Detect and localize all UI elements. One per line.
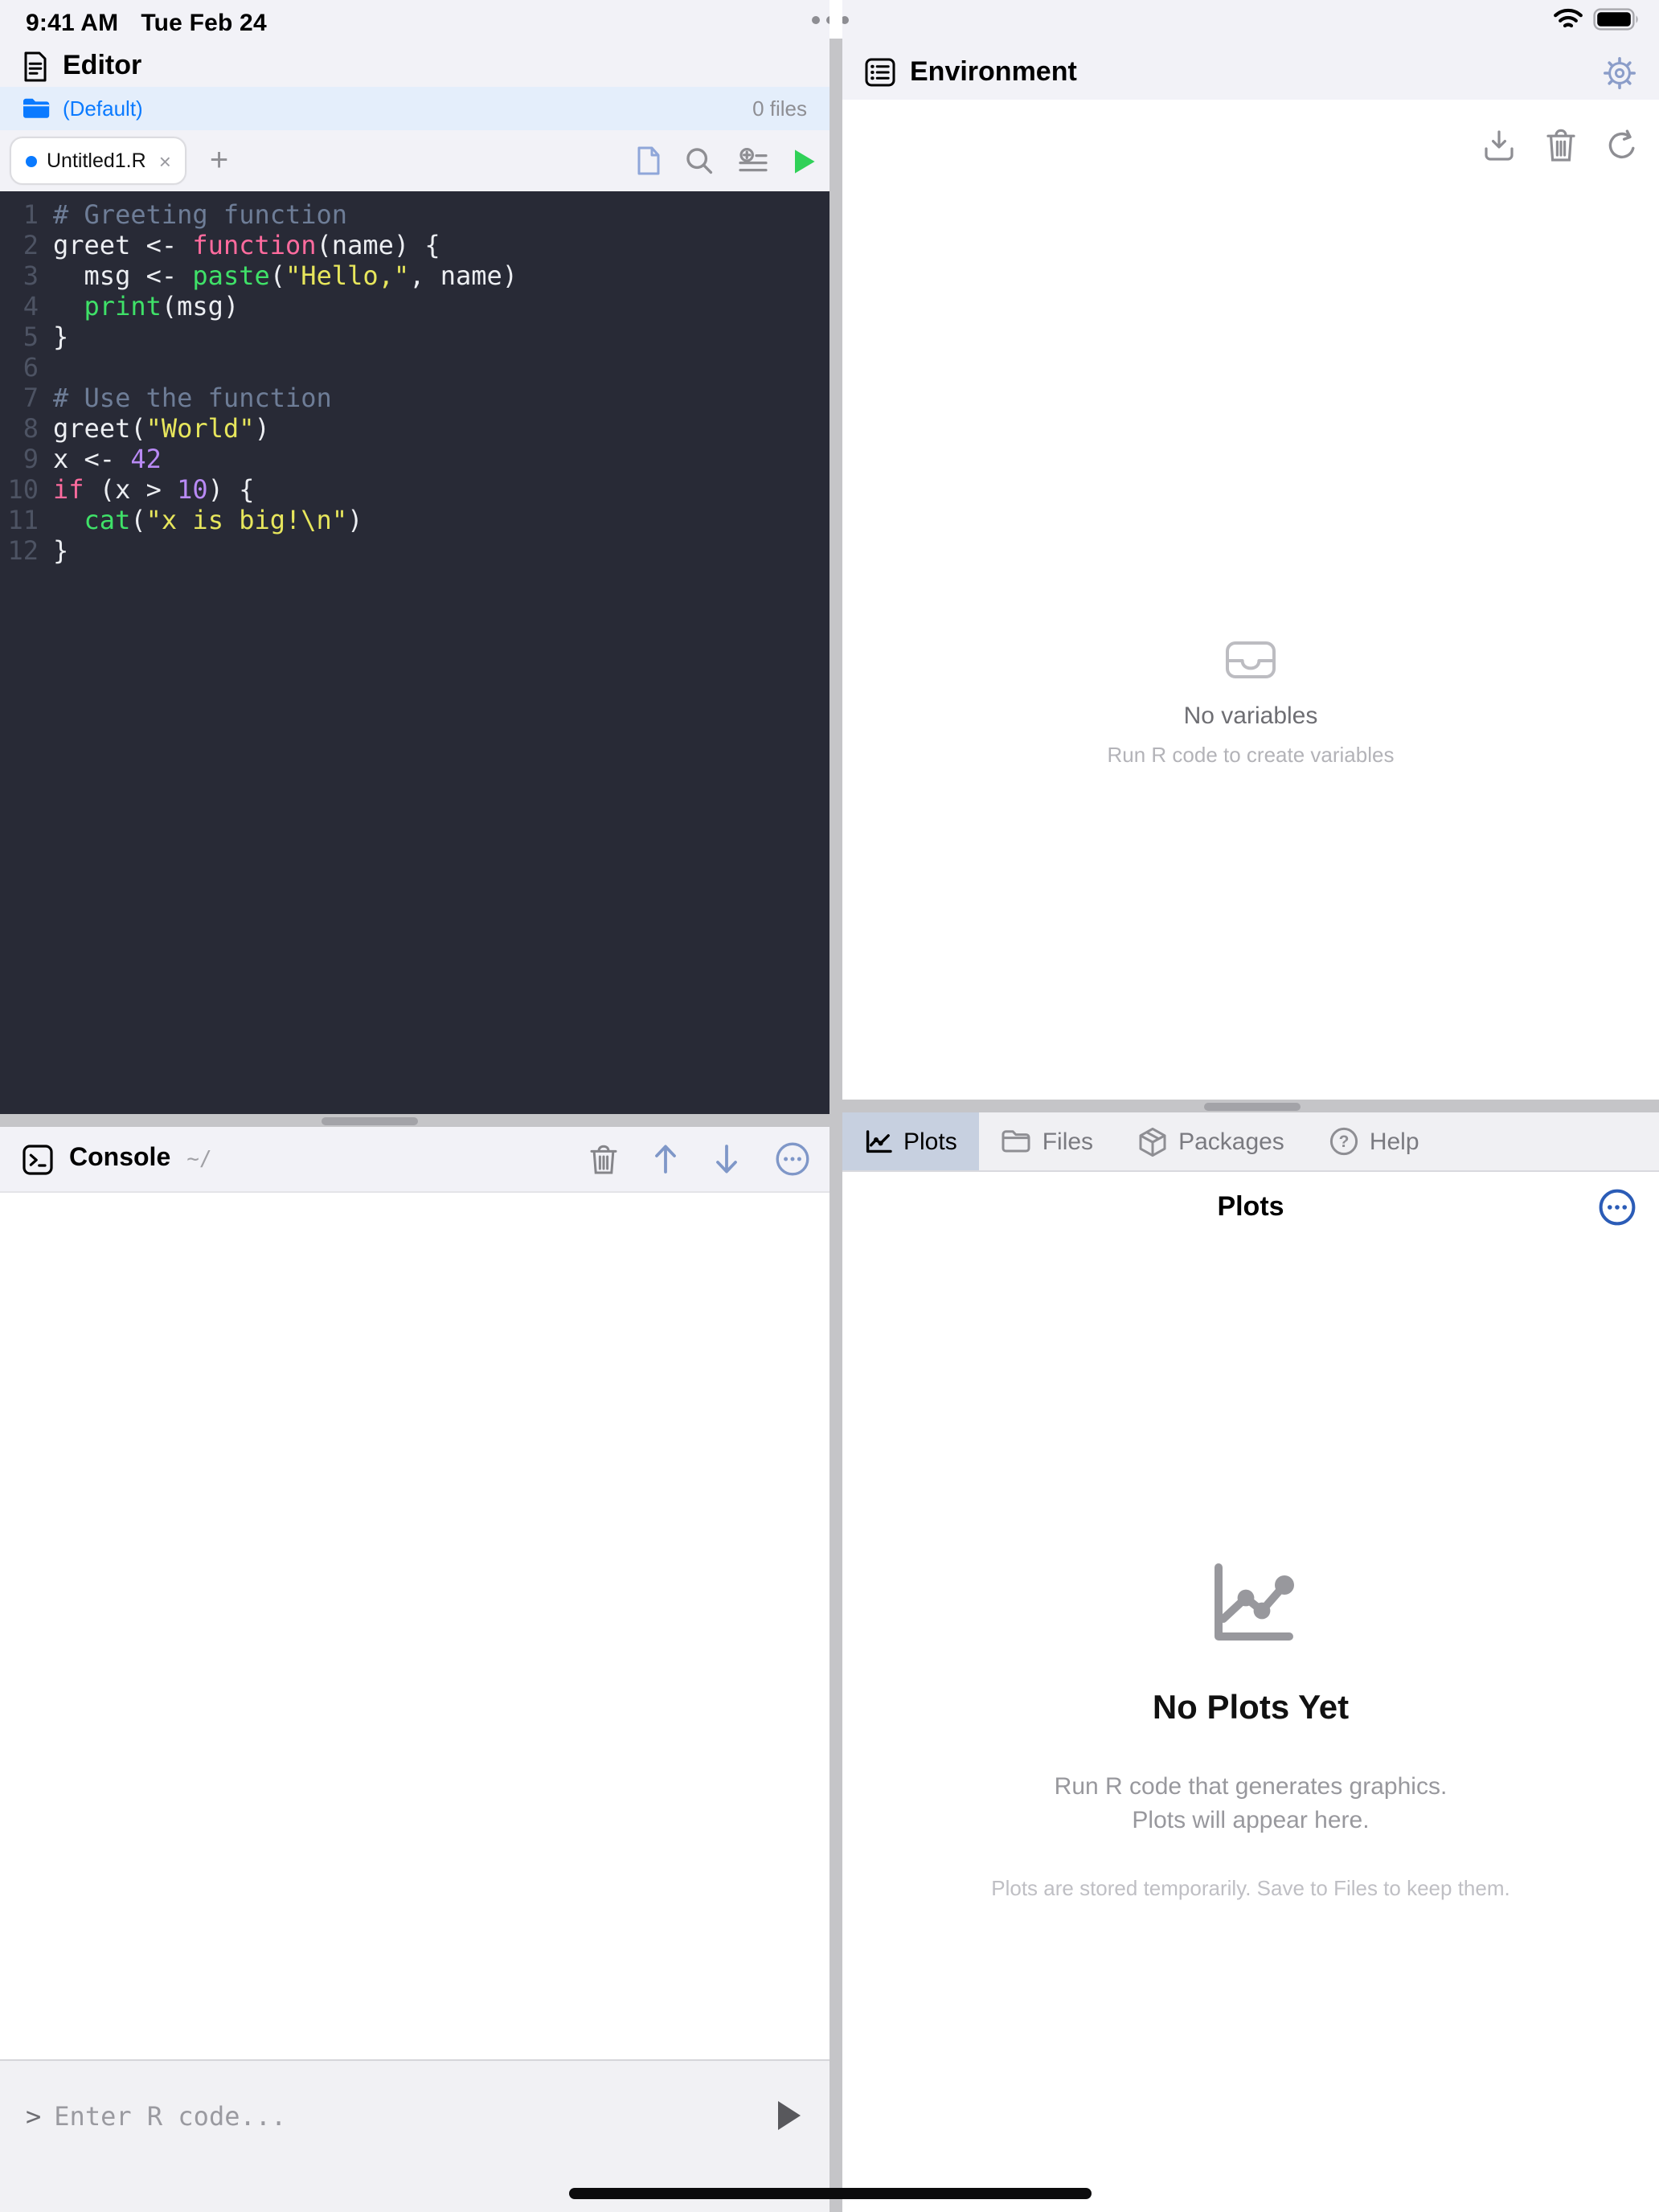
- console-header: Console ~/: [0, 1127, 830, 1193]
- folder-icon: [23, 98, 50, 119]
- tab-help[interactable]: ? Help: [1307, 1112, 1442, 1170]
- workspace-bar[interactable]: (Default) 0 files: [0, 87, 830, 130]
- inbox-tray-icon: [1225, 640, 1276, 680]
- status-time: 9:41 AM: [26, 10, 118, 37]
- environment-plots-panel: Environment: [842, 45, 1659, 2212]
- import-data-icon[interactable]: [1482, 129, 1516, 162]
- tab-files[interactable]: Files: [980, 1112, 1116, 1170]
- file-tab-name: Untitled1.R: [47, 150, 146, 172]
- svg-text:?: ?: [1338, 1133, 1349, 1151]
- no-plots-line1: Run R code that generates graphics.: [842, 1770, 1659, 1804]
- console-title: Console: [69, 1145, 170, 1174]
- plots-more-icon[interactable]: [1598, 1188, 1636, 1227]
- run-code-icon[interactable]: [778, 2101, 801, 2130]
- home-indicator[interactable]: [569, 2188, 1092, 2199]
- tab-files-label: Files: [1043, 1128, 1093, 1155]
- no-plots-title: No Plots Yet: [842, 1690, 1659, 1728]
- environment-empty-state: No variables Run R code to create variab…: [842, 640, 1659, 767]
- environment-header: Environment: [842, 45, 1659, 100]
- scroll-up-icon[interactable]: [653, 1143, 678, 1175]
- screen: 9:41 AM Tue Feb 24: [0, 0, 1659, 2212]
- environment-content: No variables Run R code to create variab…: [842, 100, 1659, 1100]
- tab-plots[interactable]: Plots: [842, 1112, 980, 1170]
- document-icon: [23, 51, 48, 81]
- files-count: 0 files: [752, 96, 807, 121]
- editor-header: Editor: [0, 45, 830, 87]
- workspace-name[interactable]: (Default): [63, 96, 143, 121]
- tab-plots-label: Plots: [903, 1128, 957, 1155]
- search-icon[interactable]: [685, 146, 714, 175]
- package-box-icon: [1138, 1126, 1167, 1157]
- splitter-handle[interactable]: [1204, 1102, 1301, 1110]
- new-file-icon[interactable]: [637, 146, 661, 175]
- code-editor[interactable]: 1# Greeting function2greet <- function(n…: [0, 191, 830, 1114]
- outline-insert-icon[interactable]: [738, 147, 768, 174]
- chart-icon: [865, 1129, 892, 1153]
- console-output-area[interactable]: [0, 1193, 830, 2059]
- status-time-date: 9:41 AM Tue Feb 24: [26, 10, 267, 37]
- panel-splitter-vertical[interactable]: [830, 39, 842, 2212]
- console-more-icon[interactable]: [775, 1141, 810, 1177]
- refresh-icon[interactable]: [1606, 129, 1638, 162]
- terminal-icon: [23, 1144, 53, 1174]
- editor-console-splitter[interactable]: [0, 1114, 830, 1127]
- help-icon: ?: [1329, 1127, 1358, 1156]
- settings-gear-icon[interactable]: [1603, 55, 1636, 89]
- no-plots-description: Run R code that generates graphics. Plot…: [842, 1770, 1659, 1837]
- editor-tab-bar: Untitled1.R × +: [0, 130, 830, 191]
- no-plots-line2: Plots will appear here.: [842, 1804, 1659, 1837]
- wifi-icon: [1553, 8, 1583, 31]
- unsaved-dot-icon: [26, 155, 37, 166]
- line-chart-icon: [1204, 1561, 1297, 1649]
- no-variables-hint: Run R code to create variables: [842, 743, 1659, 767]
- splitter-handle[interactable]: [322, 1116, 418, 1124]
- bottom-panel-tabs: Plots Files: [842, 1112, 1659, 1172]
- panel-splitter-cap: [830, 0, 842, 39]
- tab-close-icon[interactable]: ×: [159, 149, 171, 173]
- status-date: Tue Feb 24: [141, 10, 267, 37]
- run-file-icon[interactable]: [793, 147, 817, 174]
- scroll-down-icon[interactable]: [714, 1143, 739, 1175]
- tab-packages[interactable]: Packages: [1116, 1112, 1307, 1170]
- code-lines: 1# Greeting function2greet <- function(n…: [0, 199, 830, 566]
- battery-icon: [1593, 8, 1640, 31]
- tab-packages-label: Packages: [1178, 1128, 1284, 1155]
- clear-environment-icon[interactable]: [1546, 129, 1575, 162]
- environment-plots-splitter[interactable]: [842, 1100, 1659, 1112]
- editor-console-panel: Editor (Default) 0 files Untitled1.R × +: [0, 45, 830, 2212]
- console-working-dir: ~/: [186, 1147, 211, 1171]
- console-input[interactable]: Enter R code...: [54, 2100, 765, 2131]
- new-tab-button[interactable]: +: [210, 142, 228, 179]
- plots-empty-state: No Plots Yet Run R code that generates g…: [842, 1243, 1659, 2212]
- console-prompt: >: [26, 2100, 41, 2131]
- no-variables-text: No variables: [842, 703, 1659, 730]
- plots-title: Plots: [1217, 1191, 1284, 1223]
- clear-console-icon[interactable]: [590, 1144, 617, 1174]
- editor-panel-title: Editor: [63, 50, 141, 82]
- tab-help-label: Help: [1370, 1128, 1419, 1155]
- folder-outline-icon: [1002, 1130, 1031, 1153]
- plots-title-bar: Plots: [842, 1172, 1659, 1243]
- file-tab-untitled1[interactable]: Untitled1.R ×: [10, 137, 187, 185]
- variables-list-icon: [865, 58, 895, 87]
- environment-title: Environment: [910, 56, 1077, 88]
- no-plots-note: Plots are stored temporarily. Save to Fi…: [842, 1876, 1659, 1900]
